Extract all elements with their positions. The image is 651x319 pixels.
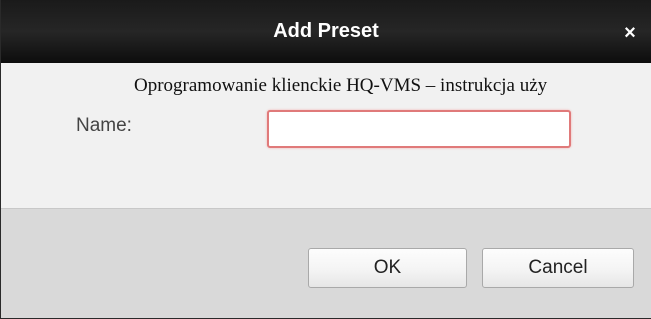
- dialog-titlebar[interactable]: Add Preset ×: [1, 0, 651, 63]
- document-header-overlay: Oprogramowanie klienckie HQ-VMS – instru…: [134, 75, 548, 96]
- dialog-title: Add Preset: [273, 20, 379, 42]
- name-input[interactable]: [267, 110, 571, 148]
- name-label: Name:: [76, 115, 132, 136]
- add-preset-dialog: Add Preset × Oprogramowanie klienckie HQ…: [0, 0, 651, 319]
- close-icon[interactable]: ×: [617, 20, 643, 46]
- cancel-button[interactable]: Cancel: [482, 248, 634, 288]
- ok-button[interactable]: OK: [308, 248, 467, 288]
